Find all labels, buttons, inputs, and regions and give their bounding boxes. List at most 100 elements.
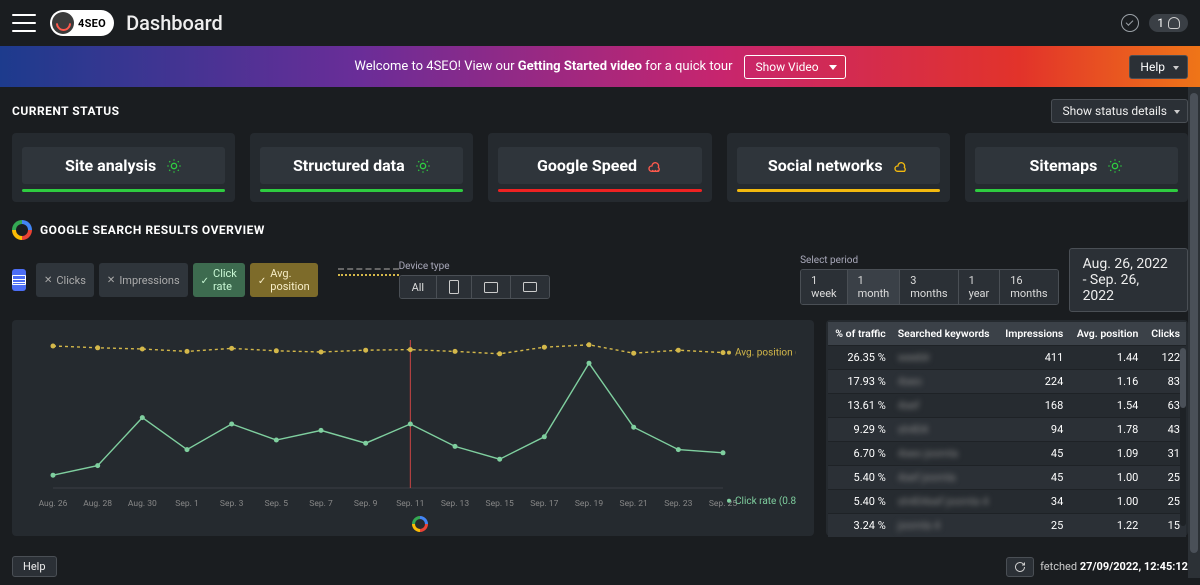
chip-impressions[interactable]: ✕Impressions <box>99 263 188 297</box>
page-scrollbar[interactable] <box>1188 87 1200 578</box>
page-title: Dashboard <box>126 11 223 35</box>
svg-text:Avg. position (62.64): Avg. position (62.64) <box>735 347 796 359</box>
status-card[interactable]: Structured data <box>250 133 473 202</box>
svg-text:Sep. 17: Sep. 17 <box>530 499 558 509</box>
mobile-icon <box>449 280 459 294</box>
welcome-bold: Getting Started video <box>518 59 642 74</box>
device-type-label: Device type <box>399 261 551 272</box>
svg-text:Sep. 21: Sep. 21 <box>620 499 648 509</box>
status-card[interactable]: Site analysis <box>12 133 235 202</box>
table-row[interactable]: 17.93 %4seo2241.1683 <box>828 370 1186 394</box>
status-cards: Site analysis Structured data Google Speed… <box>12 133 1188 202</box>
notification-pill[interactable]: 1 <box>1149 14 1188 32</box>
footer-help-button[interactable]: Help <box>12 556 57 577</box>
svg-text:Sep. 25: Sep. 25 <box>709 499 737 509</box>
chip-clicks-label: Clicks <box>56 274 86 287</box>
welcome-prefix: Welcome to 4SEO! View our <box>354 59 517 74</box>
table-row[interactable]: 3.24 %joomla 4251.2215 <box>828 514 1186 538</box>
keywords-table: % of trafficSearched keywordsImpressions… <box>828 322 1186 537</box>
status-card[interactable]: Google Speed <box>488 133 711 202</box>
device-mobile-button[interactable] <box>437 276 472 298</box>
date-range-chip[interactable]: Aug. 26, 2022 - Sep. 26, 2022 <box>1069 248 1188 312</box>
svg-text:Click rate (0.81 %): Click rate (0.81 %) <box>735 495 796 507</box>
svg-text:Sep. 19: Sep. 19 <box>575 499 603 509</box>
card-title: Site analysis <box>65 156 156 175</box>
check-circle-icon[interactable] <box>1121 14 1139 32</box>
svg-text:Sep. 23: Sep. 23 <box>664 499 692 509</box>
chip-click-rate[interactable]: Click rate <box>193 263 245 297</box>
show-status-details-button[interactable]: Show status details <box>1051 99 1188 123</box>
legend-line-samples <box>338 268 399 278</box>
svg-text:Sep. 3: Sep. 3 <box>220 499 244 509</box>
svg-text:Sep. 11: Sep. 11 <box>396 499 424 509</box>
table-row[interactable]: 9.29 %sh404941.7843 <box>828 418 1186 442</box>
chip-avg-position[interactable]: Avg. position <box>250 263 318 297</box>
sun-icon <box>1107 158 1123 174</box>
current-status-title: CURRENT STATUS <box>12 104 120 118</box>
status-card[interactable]: Sitemaps <box>965 133 1188 202</box>
google-marker-icon <box>412 516 428 532</box>
google-overview-title: GOOGLE SEARCH RESULTS OVERVIEW <box>40 223 265 237</box>
svg-text:Sep. 9: Sep. 9 <box>354 499 378 509</box>
chip-impressions-label: Impressions <box>119 274 179 287</box>
fetched-value: 27/09/2022, 12:45:12 <box>1080 560 1188 573</box>
svg-text:Sep. 5: Sep. 5 <box>265 499 289 509</box>
top-bar: 4SEO Dashboard 1 <box>0 0 1200 46</box>
period-button[interactable]: 1 week <box>801 270 848 304</box>
table-row[interactable]: 6.70 %4seo joomla451.0931 <box>828 442 1186 466</box>
cloud-icon <box>893 158 909 174</box>
brand-logo[interactable]: 4SEO <box>50 10 114 36</box>
card-title: Structured data <box>293 156 405 175</box>
show-video-button[interactable]: Show Video <box>744 55 845 79</box>
table-header[interactable]: Searched keywords <box>892 322 998 346</box>
device-all-button[interactable]: All <box>400 276 438 298</box>
select-period-label: Select period <box>800 255 1058 266</box>
status-card[interactable]: Social networks <box>727 133 950 202</box>
svg-text:Aug. 30: Aug. 30 <box>128 499 157 509</box>
line-chart: Aug. 26Aug. 28Aug. 30Sep. 1Sep. 3Sep. 5S… <box>30 332 796 512</box>
tablet-icon <box>523 282 537 292</box>
keywords-table-panel: % of trafficSearched keywordsImpressions… <box>826 320 1188 536</box>
card-title: Social networks <box>768 156 883 175</box>
period-button[interactable]: 16 months <box>1000 270 1057 304</box>
period-button[interactable]: 3 months <box>900 270 958 304</box>
svg-text:Sep. 7: Sep. 7 <box>309 499 333 509</box>
chart-panel: Aug. 26Aug. 28Aug. 30Sep. 1Sep. 3Sep. 5S… <box>12 320 814 536</box>
card-title: Sitemaps <box>1030 156 1098 175</box>
period-button[interactable]: 1 month <box>848 270 901 304</box>
table-row[interactable]: 5.40 %sh404sef joomla 4341.0025 <box>828 490 1186 514</box>
fetched-text: fetched 27/09/2022, 12:45:12 <box>1040 560 1188 573</box>
svg-text:Sep. 15: Sep. 15 <box>486 499 514 509</box>
device-desktop-button[interactable] <box>472 276 511 298</box>
table-row[interactable]: 5.40 %4sef joomla451.0025 <box>828 466 1186 490</box>
refresh-button[interactable] <box>1006 557 1034 577</box>
chip-clicks[interactable]: ✕Clicks <box>36 263 94 297</box>
desktop-icon <box>484 282 498 293</box>
device-tablet-button[interactable] <box>511 276 549 298</box>
chip-click-rate-label: Click rate <box>213 267 237 293</box>
chip-avg-position-label: Avg. position <box>270 267 309 293</box>
svg-text:Aug. 26: Aug. 26 <box>39 499 68 509</box>
help-button[interactable]: Help <box>1129 55 1188 79</box>
table-header[interactable]: % of traffic <box>828 322 892 346</box>
sun-icon <box>166 158 182 174</box>
device-type-buttons: All <box>399 275 551 299</box>
table-header[interactable]: Impressions <box>998 322 1070 346</box>
svg-text:Sep. 1: Sep. 1 <box>175 499 198 509</box>
brand-name: 4SEO <box>78 17 106 30</box>
bell-icon <box>1168 17 1180 29</box>
table-scrollbar[interactable] <box>1180 348 1186 526</box>
table-row[interactable]: 13.61 %4sef1681.5463 <box>828 394 1186 418</box>
period-button[interactable]: 1 year <box>959 270 1001 304</box>
footer: Help fetched 27/09/2022, 12:45:12 <box>0 548 1200 585</box>
table-view-toggle[interactable] <box>12 269 26 291</box>
table-row[interactable]: 26.35 %weeblr4111.44122 <box>828 346 1186 370</box>
menu-icon[interactable] <box>12 14 36 32</box>
notification-count: 1 <box>1157 16 1164 30</box>
table-header[interactable]: Avg. position <box>1069 322 1144 346</box>
sun-icon <box>415 158 431 174</box>
table-header[interactable]: Clicks <box>1144 322 1186 346</box>
google-icon <box>12 220 32 240</box>
svg-text:Sep. 13: Sep. 13 <box>441 499 469 509</box>
welcome-suffix: for a quick tour <box>642 59 733 74</box>
